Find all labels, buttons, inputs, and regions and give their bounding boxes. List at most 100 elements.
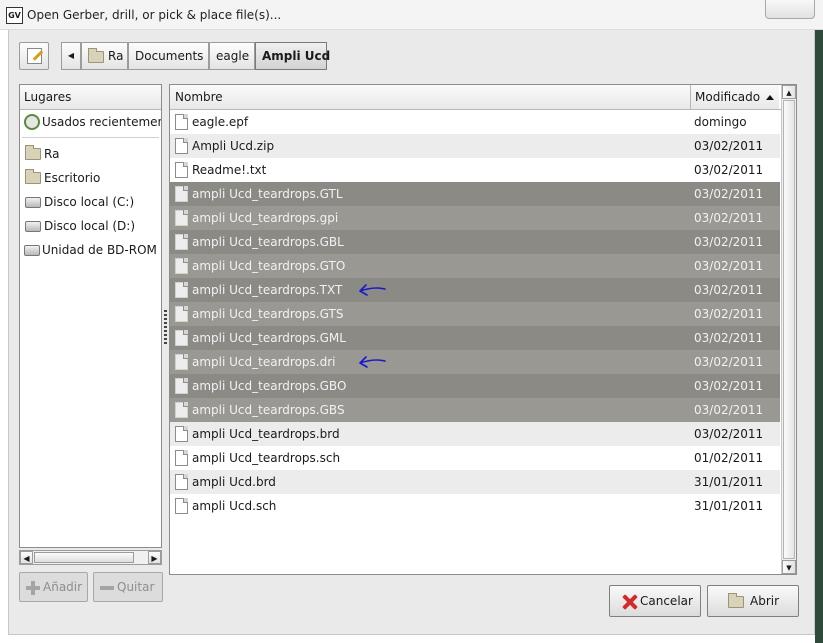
scroll-right-arrow-icon[interactable]: ▶ (148, 551, 161, 564)
file-row[interactable]: ampli Ucd_teardrops.GTL 03/02/2011 (170, 182, 780, 206)
file-modified-date: 03/02/2011 (694, 211, 764, 225)
path-back-button[interactable]: ◀ (61, 42, 81, 70)
place-item-label: Escritorio (44, 171, 101, 185)
file-row[interactable]: Readme!.txt 03/02/2011 (170, 158, 780, 182)
place-item-bd-rom[interactable]: Unidad de BD-ROM ( (20, 238, 161, 262)
file-row[interactable]: ampli Ucd_teardrops.dri 03/02/2011 (170, 350, 780, 374)
type-location-button[interactable] (19, 42, 49, 70)
add-place-label: Añadir (43, 580, 83, 594)
add-place-button[interactable]: Añadir (19, 572, 88, 602)
file-modified-date: 03/02/2011 (694, 307, 764, 321)
file-modified-date: domingo (694, 115, 747, 129)
folder-icon (25, 145, 41, 160)
place-item-disk-c[interactable]: Disco local (C:) (20, 190, 161, 214)
place-item-ra[interactable]: Ra (20, 142, 161, 166)
file-row[interactable]: ampli Ucd_teardrops.GML 03/02/2011 (170, 326, 780, 350)
file-name: ampli Ucd_teardrops.GTS (192, 307, 344, 321)
column-header-modified-label: Modificado (695, 90, 761, 104)
file-name: ampli Ucd_teardrops.GBL (192, 235, 344, 249)
file-row[interactable]: ampli Ucd_teardrops.GBL 03/02/2011 (170, 230, 780, 254)
file-icon (175, 402, 188, 418)
file-row[interactable]: ampli Ucd_teardrops.GBO 03/02/2011 (170, 374, 780, 398)
app-icon: GV (6, 7, 23, 24)
file-row[interactable]: ampli Ucd_teardrops.sch 01/02/2011 (170, 446, 780, 470)
file-icon (175, 114, 188, 130)
file-icon (175, 258, 188, 274)
drive-icon (25, 220, 41, 232)
file-icon (175, 474, 188, 490)
file-icon (175, 210, 188, 226)
place-item-label: Disco local (D:) (44, 219, 136, 233)
close-button[interactable] (765, 0, 815, 19)
file-name: Ampli Ucd.zip (192, 139, 275, 153)
file-row[interactable]: ampli Ucd_teardrops.TXT 03/02/2011 (170, 278, 780, 302)
optical-drive-icon (24, 244, 40, 256)
path-crumb-label: Ra (108, 49, 124, 63)
cancel-button[interactable]: Cancelar (609, 585, 701, 617)
remove-place-button[interactable]: Quitar (93, 572, 163, 602)
folder-open-icon (728, 592, 744, 608)
file-row[interactable]: Ampli Ucd.zip 03/02/2011 (170, 134, 780, 158)
scroll-down-arrow-icon[interactable]: ▼ (782, 560, 796, 574)
pane-resize-grip[interactable] (164, 310, 167, 346)
scroll-up-arrow-icon[interactable]: ▲ (782, 85, 796, 99)
sort-ascending-icon (766, 95, 775, 100)
file-name: ampli Ucd_teardrops.GBO (192, 379, 347, 393)
scrollbar-thumb[interactable] (783, 100, 795, 559)
window-title: Open Gerber, drill, or pick & place file… (27, 8, 282, 22)
open-button[interactable]: Abrir (707, 585, 799, 617)
file-modified-date: 03/02/2011 (694, 283, 764, 297)
file-name: ampli Ucd_teardrops.dri (192, 355, 336, 369)
file-modified-date: 03/02/2011 (694, 403, 764, 417)
file-name: eagle.epf (192, 115, 249, 129)
minus-icon (100, 585, 114, 590)
scrollbar-thumb[interactable] (34, 552, 134, 563)
file-name: ampli Ucd.brd (192, 475, 276, 489)
places-horizontal-scrollbar[interactable]: ◀ ▶ (19, 550, 162, 565)
path-crumb-eagle[interactable]: eagle (209, 42, 255, 70)
file-icon (175, 426, 188, 442)
file-name: ampli Ucd.sch (192, 499, 277, 513)
file-name: Readme!.txt (192, 163, 267, 177)
scroll-left-arrow-icon[interactable]: ◀ (20, 551, 33, 564)
column-header-name[interactable]: Nombre (170, 85, 691, 109)
place-item-label: Unidad de BD-ROM ( (42, 243, 161, 257)
file-name: ampli Ucd_teardrops.GBS (192, 403, 345, 417)
pencil-icon (27, 48, 42, 64)
file-name: ampli Ucd_teardrops.sch (192, 451, 341, 465)
path-crumb-documents[interactable]: Documents (128, 42, 209, 70)
file-modified-date: 01/02/2011 (694, 451, 764, 465)
file-name: ampli Ucd_teardrops.TXT (192, 283, 343, 297)
place-item-escritorio[interactable]: Escritorio (20, 166, 161, 190)
file-row[interactable]: ampli Ucd_teardrops.gpi 03/02/2011 (170, 206, 780, 230)
path-crumb-ra[interactable]: Ra (81, 42, 128, 70)
file-modified-date: 03/02/2011 (694, 139, 764, 153)
places-separator (22, 134, 159, 138)
file-list-vertical-scrollbar[interactable]: ▲ ▼ (781, 85, 796, 574)
file-modified-date: 03/02/2011 (694, 379, 764, 393)
column-header-modified[interactable]: Modificado (691, 85, 779, 109)
file-icon (175, 354, 188, 370)
file-icon (175, 306, 188, 322)
file-list: eagle.epf domingo Ampli Ucd.zip 03/02/2011 R… (170, 110, 780, 518)
file-modified-date: 03/02/2011 (694, 235, 764, 249)
file-row[interactable]: ampli Ucd.sch 31/01/2011 (170, 494, 780, 518)
place-item-label: Usados recientemente (42, 115, 161, 129)
file-row[interactable]: eagle.epf domingo (170, 110, 780, 134)
place-item-recent[interactable]: Usados recientemente (20, 110, 161, 134)
file-modified-date: 03/02/2011 (694, 187, 764, 201)
path-crumb-ampli-ucd[interactable]: Ampli Ucd (255, 42, 330, 70)
place-item-disk-d[interactable]: Disco local (D:) (20, 214, 161, 238)
place-item-label: Ra (44, 147, 60, 161)
places-header[interactable]: Lugares (20, 85, 161, 110)
plus-icon (26, 580, 40, 595)
open-label: Abrir (750, 594, 780, 608)
file-modified-date: 31/01/2011 (694, 475, 764, 489)
file-row[interactable]: ampli Ucd_teardrops.GTS 03/02/2011 (170, 302, 780, 326)
file-row[interactable]: ampli Ucd_teardrops.brd 03/02/2011 (170, 422, 780, 446)
file-icon (175, 138, 188, 154)
file-modified-date: 03/02/2011 (694, 427, 764, 441)
file-row[interactable]: ampli Ucd_teardrops.GTO 03/02/2011 (170, 254, 780, 278)
file-row[interactable]: ampli Ucd.brd 31/01/2011 (170, 470, 780, 494)
file-row[interactable]: ampli Ucd_teardrops.GBS 03/02/2011 (170, 398, 780, 422)
